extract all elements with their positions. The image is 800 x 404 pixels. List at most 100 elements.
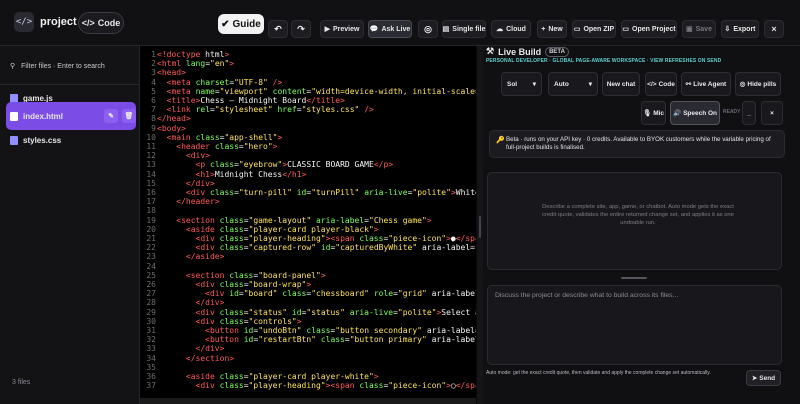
code-line[interactable]: <aside class="player-card player-white"> [157,372,379,381]
code-line[interactable]: <header class="hero"> [157,142,277,151]
code-line[interactable]: <section class="board-panel"> [157,271,326,280]
project-name[interactable]: project [40,16,77,28]
code-line[interactable]: <!doctype html> [157,50,229,59]
redo-button[interactable]: ↷ [291,20,311,38]
minimize-icon: _ [747,109,751,117]
code-line[interactable]: </header> [157,197,219,206]
file-item-styles-css[interactable]: styles.css [10,132,136,148]
open-project-button[interactable]: ▭ Open Project [621,20,677,38]
code-line[interactable]: <div class="status" id="status" aria-liv… [157,308,476,317]
code-line[interactable]: <main class="app-shell"> [157,133,283,142]
speech-on-label: Speech On [683,109,718,117]
code-line[interactable]: <div class="captured-row" id="capturedBy… [157,243,476,252]
divider [0,84,140,85]
mic-button[interactable]: 🎙 Mic [641,101,666,125]
code-line[interactable]: <button id="restartBtn" class="button pr… [157,335,476,344]
live-agent-button[interactable]: ⚯ Live Agent [681,72,731,96]
code-line[interactable]: <link rel="stylesheet" href="styles.css"… [157,105,374,114]
send-button[interactable]: ➤ Send [746,370,781,386]
send-icon: ➤ [751,375,758,382]
close-button[interactable]: × [764,20,784,38]
code-editor[interactable]: 1 <!doctype html> 2 <html lang="en"> 3 <head>… [140,46,476,404]
save-button[interactable]: ▣ Save [682,20,716,38]
speech-toggle[interactable]: 🔊 Speech On [670,101,720,125]
code-line[interactable]: <div class="player-heading"><span class=… [157,381,476,390]
build-log: Describe a complete site, app, game, or … [487,172,782,270]
beta-badge: BETA [545,46,569,57]
mode-select[interactable]: Auto ▾ [548,72,598,96]
code-line[interactable]: </aside> [157,252,225,261]
key-icon: 🔑 [496,137,505,144]
folder-open-icon: ▭ [622,26,630,33]
minimize-button[interactable]: _ [742,101,756,125]
delete-trash-icon[interactable]: 🗑 [122,109,136,123]
line-number: 3 [151,68,156,78]
prompt-input[interactable]: Discuss the project or describe what to … [487,285,782,365]
preview-button[interactable]: ▶ Preview [320,20,364,38]
line-number: 15 [146,178,156,188]
code-line[interactable]: <button id="undoBtn" class="button secon… [157,326,476,335]
file-icon: ▤ [442,26,450,33]
code-line[interactable]: <html lang="en"> [157,59,234,68]
code-line[interactable]: </div> [157,344,225,353]
open-zip-button[interactable]: ▭ Open ZIP [572,20,616,38]
open-zip-label: Open ZIP [583,25,615,33]
cloud-button[interactable]: ☁ Cloud [491,20,531,38]
code-line[interactable]: <div class="player-heading"><span class=… [157,234,476,243]
horizontal-scrollbar[interactable] [140,398,476,404]
code-line[interactable]: <div class="board-wrap"> [157,280,312,289]
search-input[interactable]: Filter files · Enter to search [21,63,105,70]
code-line[interactable]: </div> [157,298,225,307]
guide-button[interactable]: ✔ Guide [218,14,264,34]
line-number: 31 [146,326,156,335]
code-line[interactable]: <div id="board" class="chessboard" role=… [157,289,476,298]
code-line[interactable]: <section class="game-layout" aria-label=… [157,216,431,225]
panel-close-button[interactable]: × [761,101,783,125]
undo-button[interactable]: ↶ [268,20,288,38]
code-line[interactable]: </head> [157,114,191,123]
ask-live-label: Ask Live [381,25,411,33]
code-line[interactable]: <meta name="viewport" content="width=dev… [157,87,476,96]
file-search[interactable]: ⚲ Filter files · Enter to search [10,58,134,74]
code-line[interactable]: <aside class="player-card player-black"> [157,225,379,234]
code-line[interactable]: <h1>Midnight Chess</h1> [157,170,307,179]
file-actions: ✎ 🗑 [104,109,136,123]
visibility-toggle[interactable]: ◎ [418,20,438,38]
file-item-index-html[interactable]: index.html ✎ 🗑 [6,102,136,130]
code-line[interactable]: <div class="turn-pill" id="turnPill" ari… [157,188,476,197]
save-icon: ▣ [686,26,693,33]
code-line[interactable]: <div class="controls"> [157,317,302,326]
code-line[interactable]: </div> [157,179,215,188]
check-circle-icon: ✔ [221,18,230,30]
code-line[interactable]: <meta charset="UTF-8" /> [157,78,283,87]
code-label: Code [658,80,675,88]
line-number: 13 [146,160,156,170]
model-select[interactable]: Sol ▾ [501,72,542,96]
code-line[interactable]: <head> [157,68,186,77]
panel-code-button[interactable]: </> Code [645,72,677,96]
code-line[interactable]: <p class="eyebrow">CLASSIC BOARD GAME</p… [157,160,394,169]
new-button[interactable]: + New [537,20,567,38]
line-number: 36 [146,372,156,381]
code-tab[interactable]: </> Code [78,12,124,34]
eye-off-icon: ◎ [424,23,432,34]
rename-pencil-icon[interactable]: ✎ [104,109,118,123]
download-icon: ⇩ [724,26,731,33]
close-icon: × [770,109,774,117]
line-number: 37 [146,381,156,391]
code-line[interactable]: <body> [157,124,186,133]
drag-handle-icon[interactable] [479,216,481,238]
app-logo[interactable]: </> [14,12,34,32]
hide-pills-button[interactable]: ◎ Hide pills [735,72,781,96]
code-line[interactable]: <div> [157,151,210,160]
resize-handle[interactable] [621,277,647,279]
single-file-button[interactable]: ▤ Single file [442,20,486,38]
line-number: 25 [146,270,156,280]
code-line[interactable]: </section> [157,354,234,363]
line-number: 2 [151,59,156,69]
code-line[interactable]: <title>Chess — Midnight Board</title> [157,96,345,105]
new-chat-button[interactable]: New chat [602,72,640,96]
ask-live-button[interactable]: 💬 Ask Live [368,20,412,38]
export-button[interactable]: ⇩ Export [721,20,759,38]
panel-header: ⚒ Live Build BETA [486,46,569,57]
